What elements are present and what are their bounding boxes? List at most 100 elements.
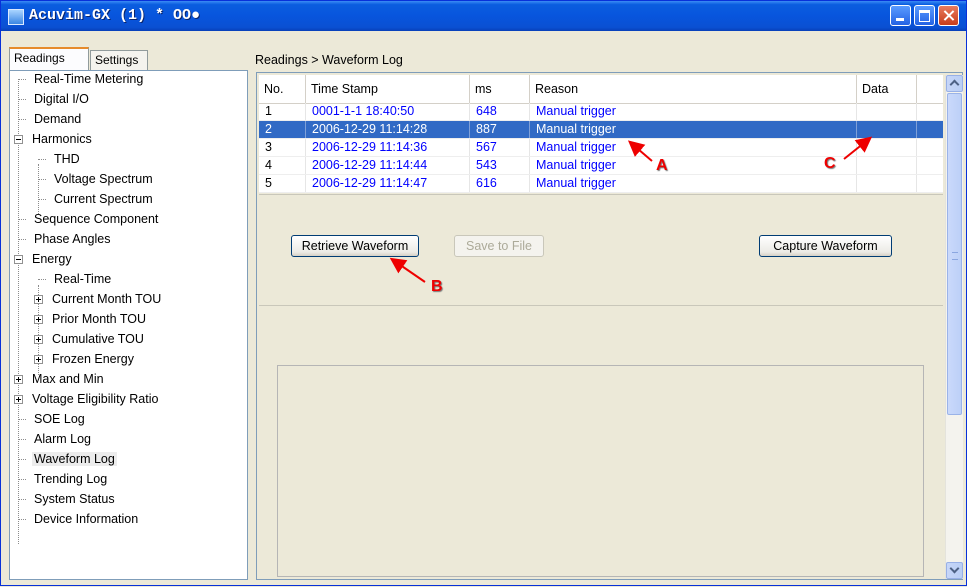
cell-ms: 567 (470, 139, 530, 156)
tree-item-digital-io[interactable]: Digital I/O (18, 89, 91, 109)
minimize-button[interactable] (890, 5, 911, 26)
tree-item-label: Real-Time Metering (34, 72, 144, 86)
cell-reason: Manual trigger (530, 103, 857, 120)
tree-item-waveform-log[interactable]: Waveform Log (18, 449, 117, 469)
annotation-a: A (656, 157, 668, 174)
tree-item-trending-log[interactable]: Trending Log (18, 469, 109, 489)
cell-data (857, 121, 917, 138)
column-header-data[interactable]: Data (857, 75, 917, 103)
tree-item-label: Frozen Energy (52, 352, 134, 366)
window-title: Acuvim-GX (1) * OO● (29, 7, 201, 24)
cell-data (857, 103, 917, 120)
tree-item-real-time-metering[interactable]: Real-Time Metering (18, 69, 145, 89)
collapse-icon[interactable] (14, 135, 23, 144)
tab-readings[interactable]: Readings (9, 47, 89, 70)
tree-item-label: System Status (34, 492, 115, 506)
tree-item-label: THD (54, 152, 80, 166)
app-icon (8, 9, 24, 25)
table-row[interactable]: 3 2006-12-29 11:14:36 567 Manual trigger (259, 139, 943, 157)
tree-item-current-month-tou[interactable]: Current Month TOU (30, 289, 163, 309)
expand-icon[interactable] (34, 355, 43, 364)
tree-item-max-and-min[interactable]: Max and Min (10, 369, 106, 389)
cell-data (857, 139, 917, 156)
tree-item-thd[interactable]: THD (38, 149, 82, 169)
column-header-no[interactable]: No. (259, 75, 306, 103)
maximize-button[interactable] (914, 5, 935, 26)
tree-item-label: Phase Angles (34, 232, 111, 246)
table-row-selected[interactable]: 2 2006-12-29 11:14:28 887 Manual trigger (259, 121, 943, 139)
cell-ms: 887 (470, 121, 530, 138)
expand-icon[interactable] (34, 335, 43, 344)
expand-icon[interactable] (14, 395, 23, 404)
tree-item-label: SOE Log (34, 412, 85, 426)
column-header-timestamp[interactable]: Time Stamp (306, 75, 470, 103)
tree-item-label: Real-Time (54, 272, 112, 286)
tree-item-voltage-spectrum[interactable]: Voltage Spectrum (38, 169, 155, 189)
cell-reason: Manual trigger (530, 157, 857, 174)
scroll-up-icon[interactable] (946, 75, 963, 92)
button-area: Retrieve Waveform Save to File Capture W… (259, 194, 943, 306)
cell-timestamp: 2006-12-29 11:14:47 (306, 175, 470, 192)
cell-reason: Manual trigger (530, 175, 857, 192)
cell-no: 3 (259, 139, 306, 156)
capture-waveform-button[interactable]: Capture Waveform (759, 235, 892, 257)
tree-item-label: Harmonics (32, 132, 92, 146)
expand-icon[interactable] (14, 375, 23, 384)
tree-item-phase-angles[interactable]: Phase Angles (18, 229, 112, 249)
column-header-ms[interactable]: ms (470, 75, 530, 103)
scroll-down-icon[interactable] (946, 562, 963, 579)
tree-item-system-status[interactable]: System Status (18, 489, 117, 509)
breadcrumb: Readings > Waveform Log (255, 53, 403, 67)
tree-item-demand[interactable]: Demand (18, 109, 83, 129)
table-row[interactable]: 4 2006-12-29 11:14:44 543 Manual trigger (259, 157, 943, 175)
save-to-file-button[interactable]: Save to File (454, 235, 544, 257)
cell-reason: Manual trigger (530, 139, 857, 156)
cell-timestamp: 2006-12-29 11:14:36 (306, 139, 470, 156)
tree-item-harmonics[interactable]: Harmonics (10, 129, 94, 149)
tree-item-label: Trending Log (34, 472, 108, 486)
vertical-scrollbar[interactable] (945, 75, 963, 579)
tree-item-cumulative-tou[interactable]: Cumulative TOU (30, 329, 146, 349)
scrollbar-thumb[interactable] (947, 93, 962, 415)
tree-item-label: Device Information (34, 512, 139, 526)
cell-timestamp: 2006-12-29 11:14:28 (306, 121, 470, 138)
table-row[interactable]: 1 0001-1-1 18:40:50 648 Manual trigger (259, 103, 943, 121)
title-bar[interactable]: Acuvim-GX (1) * OO● (1, 1, 966, 31)
cell-no: 4 (259, 157, 306, 174)
close-button[interactable] (938, 5, 959, 26)
cell-data (857, 157, 917, 174)
tab-settings[interactable]: Settings (90, 50, 148, 70)
column-header-reason[interactable]: Reason (530, 75, 857, 103)
tree-item-device-information[interactable]: Device Information (18, 509, 140, 529)
cell-timestamp: 0001-1-1 18:40:50 (306, 103, 470, 120)
annotation-c: C (824, 155, 836, 172)
tree-item-current-spectrum[interactable]: Current Spectrum (38, 189, 155, 209)
tree-item-soe-log[interactable]: SOE Log (18, 409, 87, 429)
cell-no: 5 (259, 175, 306, 192)
tree-item-sequence-component[interactable]: Sequence Component (18, 209, 160, 229)
tree-item-alarm-log[interactable]: Alarm Log (18, 429, 93, 449)
tree-item-real-time[interactable]: Real-Time (38, 269, 113, 289)
table-header: No. Time Stamp ms Reason Data (259, 75, 943, 104)
table-row[interactable]: 5 2006-12-29 11:14:47 616 Manual trigger (259, 175, 943, 193)
cell-ms: 616 (470, 175, 530, 192)
expand-icon[interactable] (34, 295, 43, 304)
tree-item-energy[interactable]: Energy (10, 249, 74, 269)
tree-item-prior-month-tou[interactable]: Prior Month TOU (30, 309, 148, 329)
tree-item-label: Current Spectrum (54, 192, 153, 206)
tree-item-label: Energy (32, 252, 72, 266)
app-window: Acuvim-GX (1) * OO● Readings Settings Re… (0, 0, 967, 586)
collapse-icon[interactable] (14, 255, 23, 264)
tree-item-frozen-energy[interactable]: Frozen Energy (30, 349, 136, 369)
grip-icon (952, 252, 958, 260)
tree-item-label: Max and Min (32, 372, 104, 386)
tree-item-label: Alarm Log (34, 432, 91, 446)
tree-item-label: Demand (34, 112, 82, 126)
cell-timestamp: 2006-12-29 11:14:44 (306, 157, 470, 174)
expand-icon[interactable] (34, 315, 43, 324)
retrieve-waveform-button[interactable]: Retrieve Waveform (291, 235, 419, 257)
waveform-display-area (277, 365, 924, 577)
cell-reason: Manual trigger (530, 121, 857, 138)
tree-item-voltage-eligibility-ratio[interactable]: Voltage Eligibility Ratio (10, 389, 160, 409)
tree-item-label: Waveform Log (32, 452, 117, 466)
